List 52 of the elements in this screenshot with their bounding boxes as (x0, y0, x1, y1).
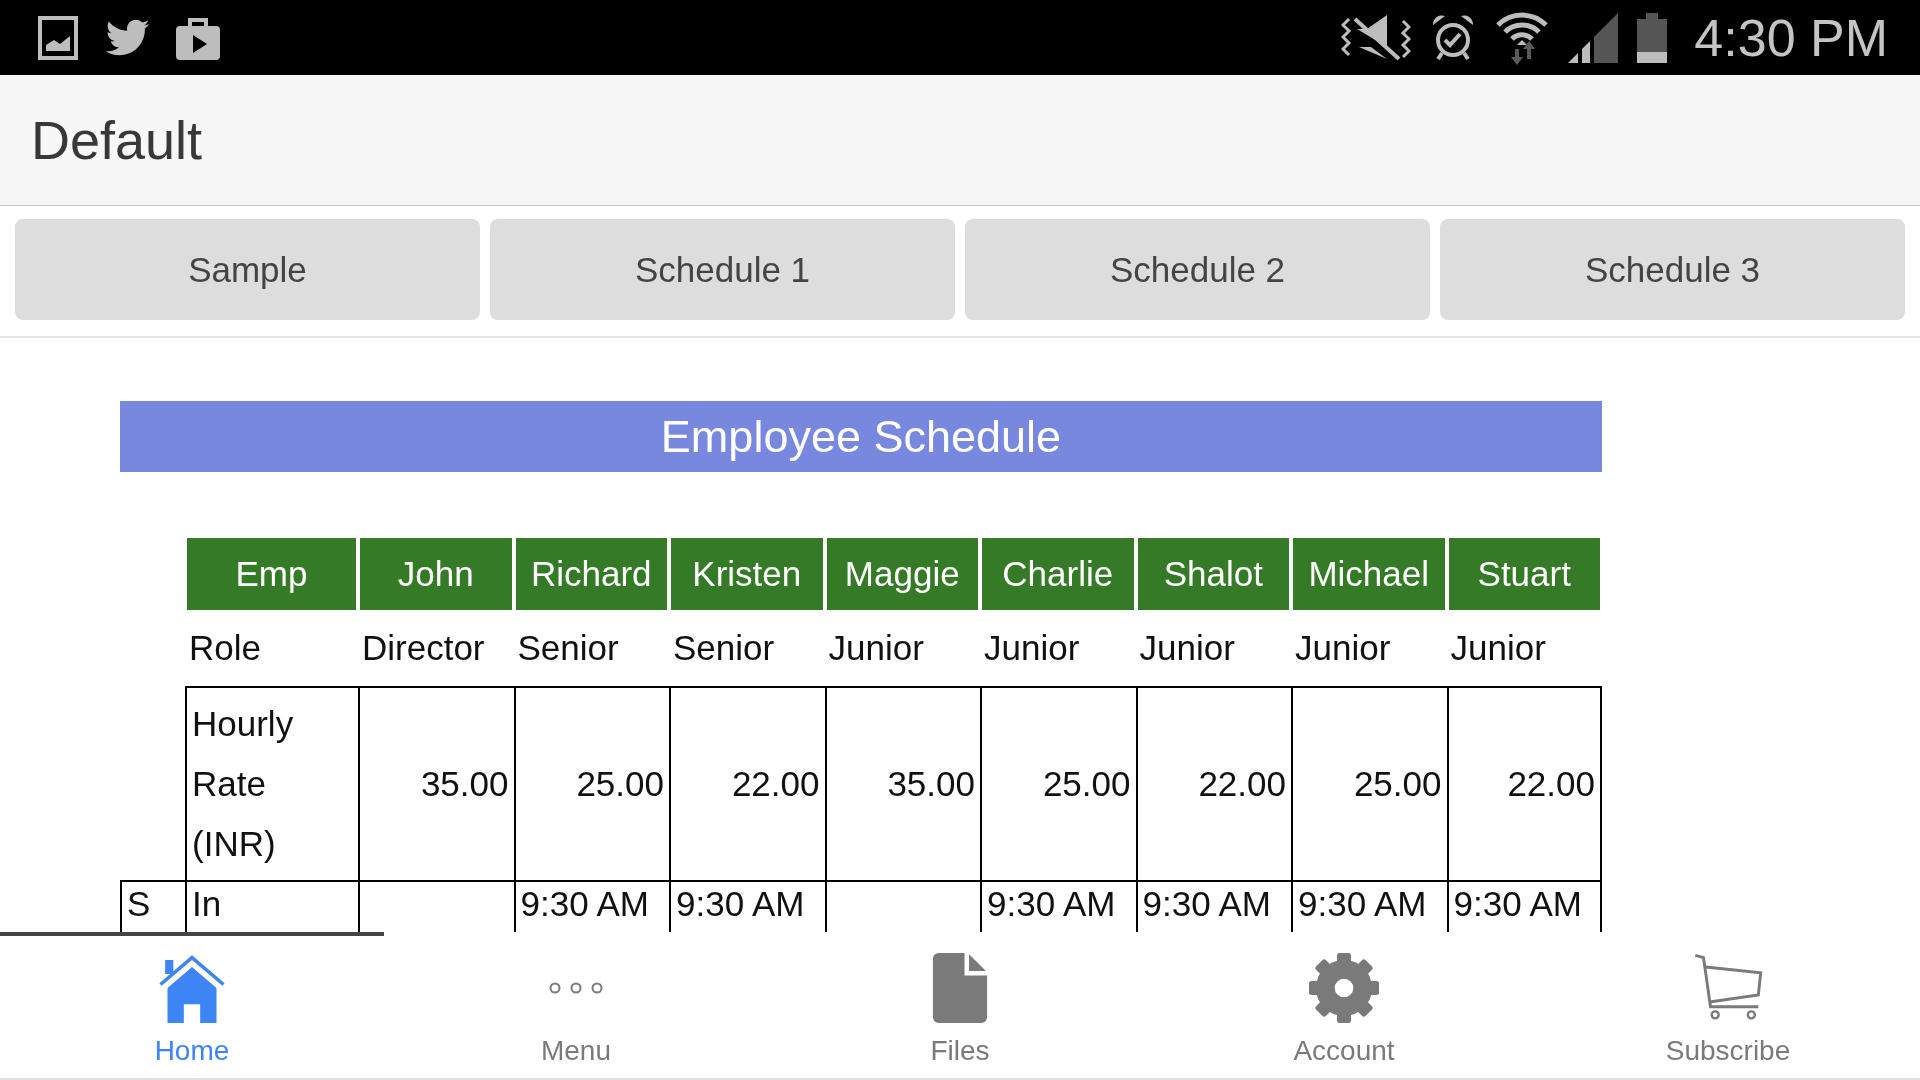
table-cell: 35.00 (824, 686, 980, 880)
schedule-button[interactable]: Schedule 1 (490, 219, 955, 320)
column-header: Stuart (1448, 538, 1600, 610)
table-cell-text: Role (188, 627, 262, 669)
table-cell: Hourly Rate (INR) (185, 686, 358, 880)
column-header: Kristen (671, 538, 823, 610)
table-cell: 22.00 (1135, 686, 1291, 880)
schedule-button[interactable]: Sample (15, 219, 480, 320)
table-cell-text: Senior (672, 627, 776, 669)
column-header: Charlie (982, 538, 1134, 610)
table-cell-text: Junior (1449, 627, 1547, 669)
table-cell: 25.00 (1291, 686, 1447, 880)
table-cell-text: Junior (1294, 627, 1392, 669)
play-bag-icon (176, 15, 220, 60)
nav-button[interactable]: Account (1152, 932, 1536, 1078)
schedule-title-banner: Employee Schedule (120, 401, 1602, 472)
battery-icon (1637, 12, 1668, 63)
column-header: John (360, 538, 512, 610)
column-header: Maggie (826, 538, 978, 610)
table-cell-text: Junior (1138, 627, 1236, 669)
schedule-button[interactable]: Schedule 3 (1440, 219, 1905, 320)
file-icon (930, 953, 990, 1023)
nav-button[interactable]: Menu (384, 932, 768, 1078)
app-title: Default (31, 109, 203, 171)
signal-icon (1568, 12, 1619, 63)
table-cell: S (120, 880, 185, 932)
column-header: Shalot (1137, 538, 1289, 610)
wifi-icon (1495, 10, 1550, 65)
schedule-button[interactable]: Schedule 2 (965, 219, 1430, 320)
nav-button[interactable]: Subscribe (1536, 932, 1920, 1078)
clock-time: 4:30 PM (1694, 7, 1888, 68)
column-header: Emp (187, 538, 356, 610)
nav-button[interactable]: Files (768, 932, 1152, 1078)
image-icon (38, 15, 78, 60)
table-cell: 22.00 (1446, 686, 1602, 880)
table-cell: 25.00 (513, 686, 669, 880)
settings-icon (1308, 953, 1380, 1023)
table-cell: 35.00 (358, 686, 514, 880)
mute-icon (1341, 12, 1412, 63)
more-dots-icon (548, 981, 604, 995)
home-icon (157, 953, 227, 1023)
table-cell: 22.00 (669, 686, 825, 880)
column-header: Richard (515, 538, 667, 610)
table-cell: In (185, 880, 358, 932)
table-cell-text: Senior (516, 627, 620, 669)
table-cell: 25.00 (980, 686, 1136, 880)
nav-button[interactable]: Home (0, 932, 384, 1078)
table-cell-text: Junior (983, 627, 1081, 669)
table-cell-text: Junior (827, 627, 925, 669)
table-cell-text: Director (361, 627, 486, 669)
bird-icon (104, 18, 150, 57)
column-header: Michael (1293, 538, 1445, 610)
